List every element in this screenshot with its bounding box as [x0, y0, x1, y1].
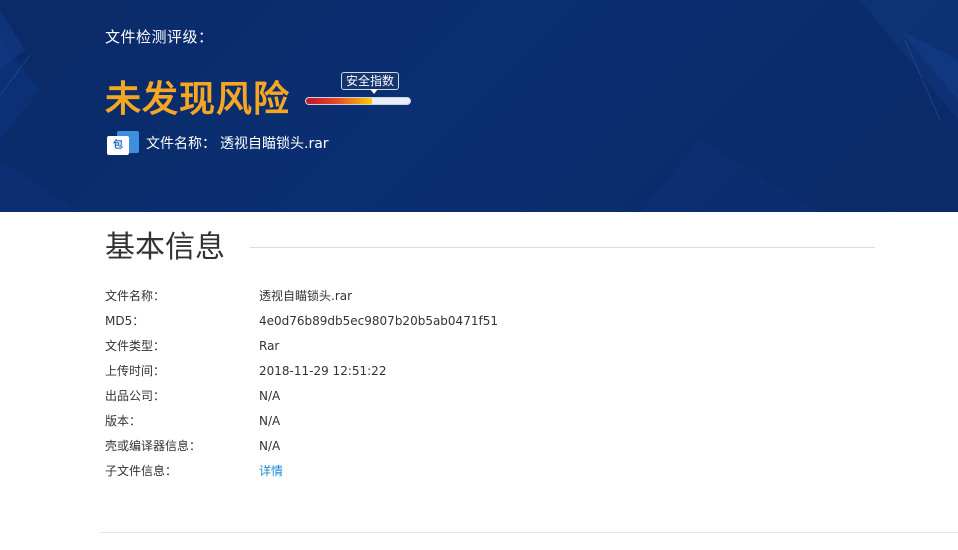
info-value: 透视自瞄锁头.rar [259, 289, 353, 303]
info-row-upload-time: 上传时间： 2018-11-29 12:51:22 [105, 358, 805, 383]
info-value: Rar [259, 338, 280, 353]
info-value: N/A [259, 388, 281, 403]
risk-status-title: 未发现风险 [105, 79, 291, 120]
info-row-subfiles: 子文件信息： 详情 [105, 458, 805, 483]
info-value: N/A [259, 438, 281, 453]
info-row-version: 版本： N/A [105, 408, 805, 433]
safety-index: 安全指数 [305, 72, 411, 108]
section-divider [250, 247, 875, 248]
info-value: 4e0d76b89db5ec9807b20b5ab0471f51 [259, 313, 498, 328]
info-row-file-name: 文件名称： 透视自瞄锁头.rar [105, 283, 805, 308]
package-icon: 包 [107, 131, 139, 155]
file-name-row: 包 文件名称： 透视自瞄锁头.rar [107, 130, 329, 156]
info-key: 壳或编译器信息： [105, 439, 202, 453]
file-name-label: 文件名称： [146, 136, 216, 152]
package-icon-glyph: 包 [107, 136, 129, 155]
result-header: 文件检测评级： 未发现风险 安全指数 包 文件名称： 透视自瞄锁头.rar [0, 0, 958, 212]
info-row-md5: MD5： 4e0d76b89db5ec9807b20b5ab0471f51 [105, 308, 805, 333]
info-row-packer-compiler: 壳或编译器信息： N/A [105, 433, 805, 458]
safety-index-bar [305, 97, 411, 105]
info-key: 文件名称： [105, 289, 166, 303]
file-name-value: 透视自瞄锁头.rar [220, 136, 329, 152]
evaluation-label: 文件检测评级： [105, 28, 214, 46]
info-row-company: 出品公司： N/A [105, 383, 805, 408]
section-title-basic-info: 基本信息 [105, 230, 225, 265]
info-key: 版本： [105, 414, 142, 428]
info-value: 2018-11-29 12:51:22 [259, 363, 387, 378]
info-key: MD5： [105, 314, 145, 328]
info-row-file-type: 文件类型： Rar [105, 333, 805, 358]
info-value: N/A [259, 413, 281, 428]
safety-index-fill [306, 98, 372, 104]
info-key: 文件类型： [105, 339, 166, 353]
info-key: 上传时间： [105, 364, 166, 378]
subfile-details-link[interactable]: 详情 [259, 462, 283, 479]
basic-info-list: 文件名称： 透视自瞄锁头.rar MD5： 4e0d76b89db5ec9807… [105, 283, 805, 483]
safety-index-tag: 安全指数 [341, 72, 400, 94]
info-key: 子文件信息： [105, 464, 178, 478]
info-key: 出品公司： [105, 389, 166, 403]
bottom-divider [100, 532, 958, 533]
